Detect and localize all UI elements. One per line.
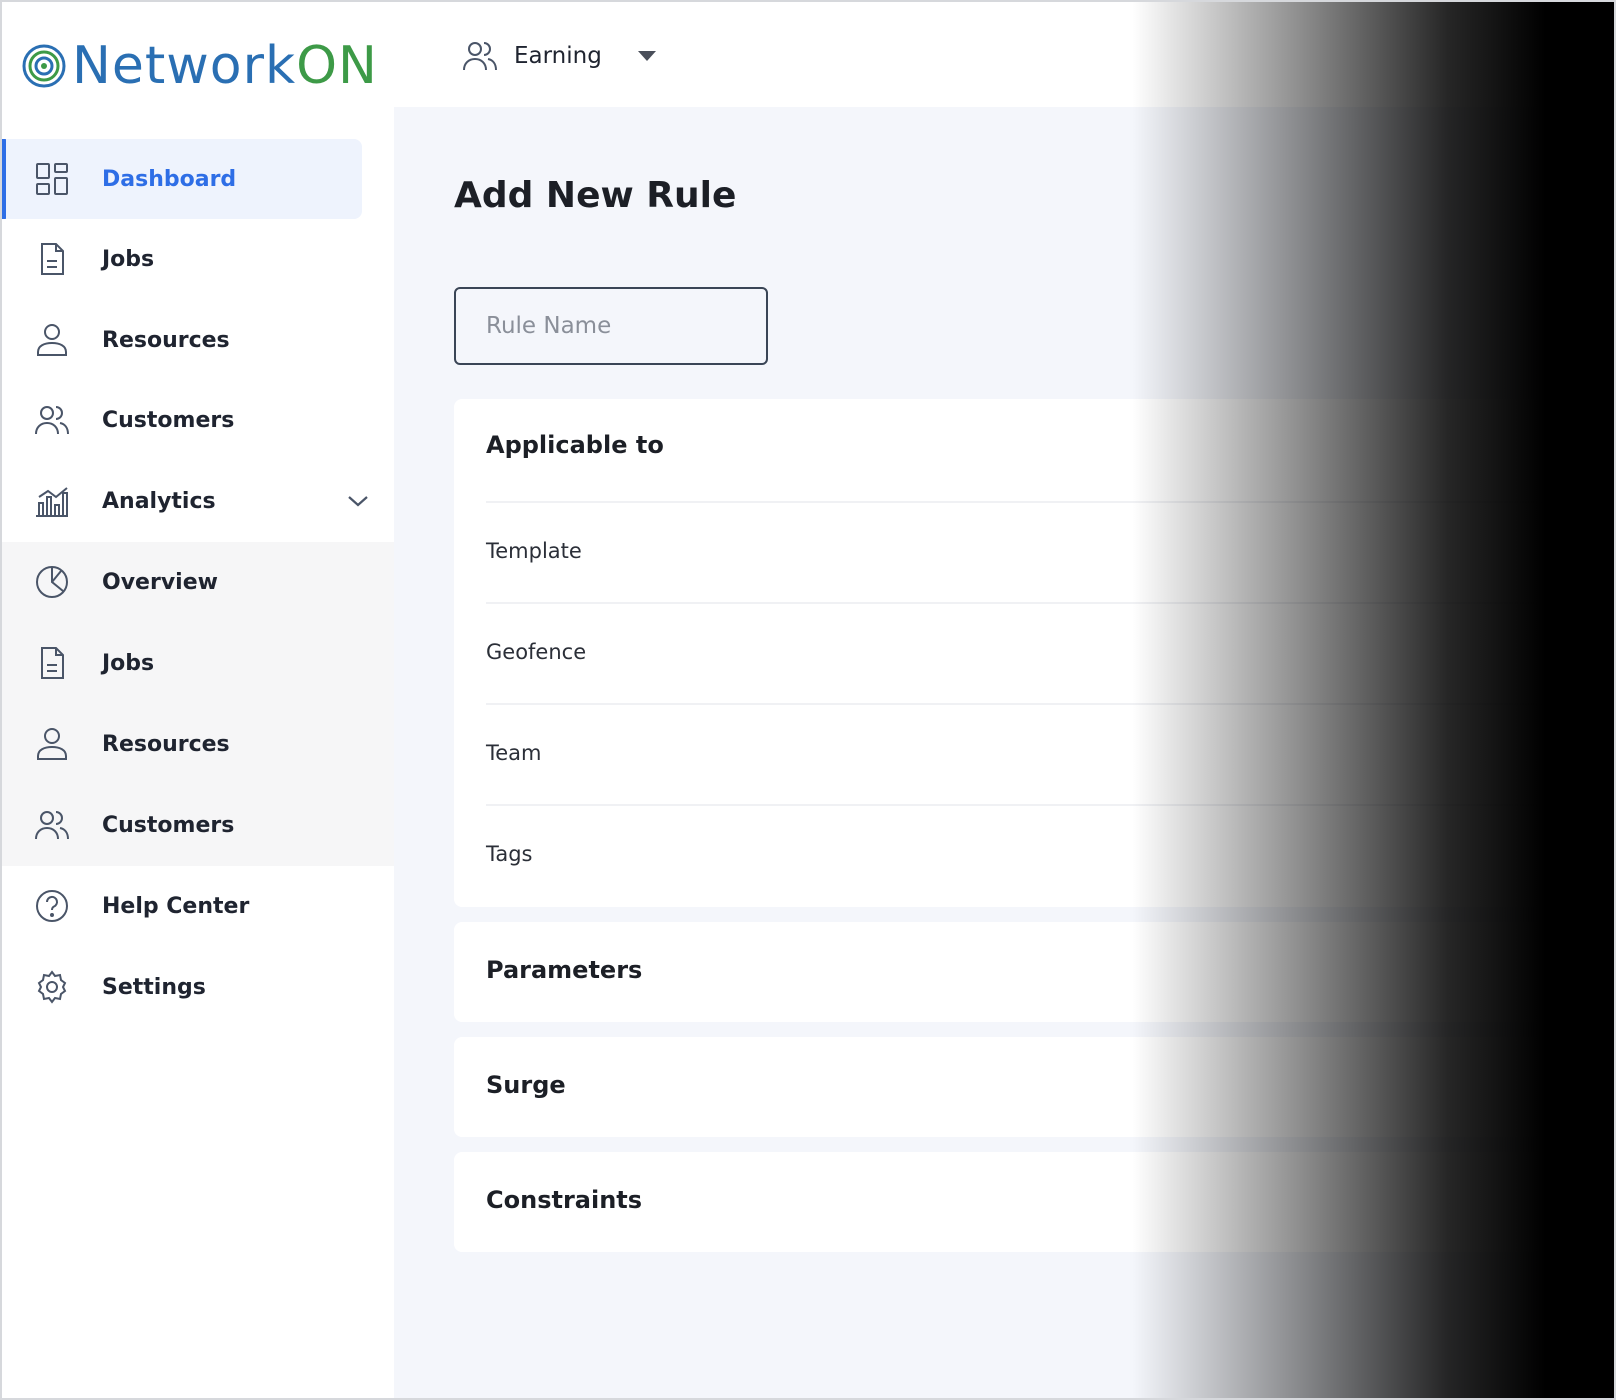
applicable-to-card: Applicable to Template Geofence Team Tag…: [454, 399, 1614, 907]
users-icon: [35, 406, 69, 435]
grid-icon: [36, 163, 68, 195]
switcher-label: Earning: [514, 43, 602, 69]
applicable-row-team[interactable]: Team: [486, 703, 1614, 803]
user-icon: [37, 728, 67, 760]
applicable-to-title: Applicable to: [486, 431, 664, 459]
sidebar-item-label: Dashboard: [102, 166, 237, 192]
sidebar-item-label: Overview: [102, 569, 218, 595]
main-content: Add New Rule Applicable to Template Geof…: [394, 107, 1614, 1398]
sidebar-item-label: Analytics: [102, 488, 216, 514]
sidebar-item-dashboard[interactable]: Dashboard: [6, 139, 362, 219]
brand-name-part1: Network: [72, 36, 297, 96]
sidebar-item-help-center[interactable]: Help Center: [2, 866, 394, 946]
row-label: Geofence: [486, 640, 587, 664]
sidebar-item-customers[interactable]: Customers: [2, 380, 394, 460]
row-label: Template: [486, 539, 582, 563]
bar-chart-icon: [36, 487, 68, 517]
help-icon: [36, 890, 68, 922]
sidebar-item-label: Customers: [102, 407, 235, 433]
applicable-row-tags[interactable]: Tags: [486, 804, 1614, 904]
sidebar-item-label: Jobs: [102, 650, 155, 676]
sidebar-item-label: Resources: [102, 327, 230, 353]
parameters-title: Parameters: [486, 956, 643, 984]
gear-icon: [37, 970, 67, 1004]
brand-name: NetworkON: [72, 36, 378, 96]
sidebar-item-analytics-jobs[interactable]: Jobs: [2, 623, 394, 703]
sidebar-item-analytics-resources[interactable]: Resources: [2, 704, 394, 784]
users-icon: [463, 42, 497, 71]
sidebar-item-analytics[interactable]: Analytics: [2, 461, 394, 541]
app-window: NetworkON Earning Dashboard Jobs Resourc…: [0, 0, 1616, 1400]
pie-chart-icon: [36, 566, 68, 598]
sidebar-item-jobs[interactable]: Jobs: [2, 219, 394, 299]
document-icon: [41, 243, 64, 275]
logo-mark-icon: [22, 44, 66, 88]
sidebar: Dashboard Jobs Resources Customers Analy…: [2, 107, 394, 1398]
parameters-card[interactable]: Parameters: [454, 922, 1614, 1022]
applicable-row-template[interactable]: Template: [486, 501, 1614, 601]
applicable-row-geofence[interactable]: Geofence: [486, 602, 1614, 702]
sidebar-item-settings[interactable]: Settings: [2, 947, 394, 1027]
row-label: Tags: [486, 842, 533, 866]
brand-logo[interactable]: NetworkON: [22, 36, 378, 96]
sidebar-item-analytics-customers[interactable]: Customers: [2, 785, 394, 865]
users-icon: [35, 811, 69, 840]
document-icon: [41, 647, 64, 679]
sidebar-item-label: Customers: [102, 812, 235, 838]
sidebar-item-overview[interactable]: Overview: [2, 542, 394, 622]
rule-name-input[interactable]: [454, 287, 768, 365]
row-label: Team: [486, 741, 542, 765]
surge-card[interactable]: Surge: [454, 1037, 1614, 1137]
sidebar-item-resources[interactable]: Resources: [2, 300, 394, 380]
sidebar-item-label: Settings: [102, 974, 206, 1000]
page-title: Add New Rule: [454, 175, 737, 216]
chevron-down-icon[interactable]: [346, 489, 370, 513]
user-icon: [37, 324, 67, 356]
caret-down-icon[interactable]: [637, 51, 656, 61]
constraints-card[interactable]: Constraints: [454, 1152, 1614, 1252]
sidebar-item-label: Resources: [102, 731, 230, 757]
sidebar-item-label: Help Center: [102, 893, 250, 919]
surge-title: Surge: [486, 1071, 566, 1099]
top-header: NetworkON Earning: [2, 2, 1614, 107]
sidebar-item-label: Jobs: [102, 246, 155, 272]
constraints-title: Constraints: [486, 1186, 643, 1214]
brand-name-part2: ON: [296, 36, 378, 96]
earning-switcher[interactable]: Earning: [462, 36, 656, 76]
